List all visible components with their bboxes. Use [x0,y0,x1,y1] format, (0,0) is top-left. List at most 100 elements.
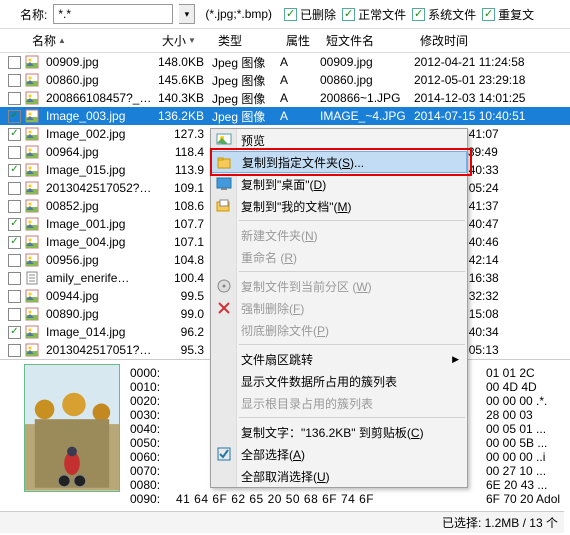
cell-size: 136.2KB [152,109,208,123]
thumbnail[interactable] [24,364,120,492]
col-time[interactable]: 修改时间 [416,29,556,52]
row-checkbox[interactable]: ✓ [8,128,21,141]
cell-type: Jpeg 图像 [208,108,276,125]
row-checkbox[interactable] [8,344,21,357]
cell-name: 00909.jpg [42,55,152,69]
image-file-icon [25,127,39,141]
row-checkbox[interactable] [8,200,21,213]
row-checkbox[interactable] [8,308,21,321]
menu-item[interactable]: 文件扇区跳转▶ [211,348,467,370]
menu-item-label: 强制删除(F) [241,300,304,317]
cell-attr: A [276,55,316,69]
filter-checkbox[interactable]: ✓系统文件 [412,6,476,23]
cell-short: IMAGE_~4.JPG [316,109,410,123]
cell-short: 00860.jpg [316,73,410,87]
cell-name: Image_001.jpg [42,217,152,231]
menu-item[interactable]: 复制到"我的文档"(M) [211,195,467,217]
menu-item-label: 重命名 (R) [241,249,297,266]
menu-item[interactable]: 全部取消选择(U) [211,465,467,487]
image-file-icon [25,307,39,321]
menu-separator [239,417,465,418]
menu-item-label: 彻底删除文件(P) [241,322,329,339]
col-short[interactable]: 短文件名 [322,29,416,52]
image-file-icon [25,199,39,213]
menu-item[interactable]: 全部选择(A) [211,443,467,465]
cell-name: Image_004.jpg [42,235,152,249]
cell-time: 2012-04-21 11:24:58 [410,55,550,69]
menu-item-label: 预览 [241,132,265,149]
row-checkbox[interactable] [8,56,21,69]
menu-item-label: 复制文件到当前分区 (W) [241,278,372,295]
hex-addr: 0010: [130,380,176,394]
menu-item: 新建文件夹(N) [211,224,467,246]
cell-size: 118.4 [152,145,208,159]
cell-size: 108.6 [152,199,208,213]
row-checkbox[interactable]: ✓ [8,110,21,123]
cell-name: 2013042517052?… [42,181,152,195]
filter-checkbox[interactable]: ✓正常文件 [342,6,406,23]
menu-item[interactable]: 复制到"桌面"(D) [211,173,467,195]
cell-name: 00860.jpg [42,73,152,87]
row-checkbox[interactable] [8,254,21,267]
menu-item[interactable]: 复制文字："136.2KB" 到剪贴板(C) [211,421,467,443]
hex-addr: 0080: [130,478,176,492]
hex-addr: 0050: [130,436,176,450]
menu-item-label: 新建文件夹(N) [241,227,318,244]
menu-separator [239,220,465,221]
row-checkbox[interactable] [8,74,21,87]
checkbox-label: 已删除 [300,6,336,23]
text-file-icon [25,271,39,285]
row-checkbox[interactable]: ✓ [8,218,21,231]
table-row[interactable]: ✓Image_003.jpg136.2KBJpeg 图像AIMAGE_~4.JP… [0,107,570,125]
sort-icon: ▼ [188,36,196,45]
hex-ascii: 28 00 03 [486,408,533,422]
menu-item[interactable]: 复制到指定文件夹(S)... [211,151,467,173]
context-menu: 预览复制到指定文件夹(S)... 复制到"桌面"(D) 复制到"我的文档"(M) 新建… [210,128,468,488]
checkbox-label: 重复文 [498,6,534,23]
filter-checkbox[interactable]: ✓已删除 [284,6,336,23]
row-checkbox[interactable]: ✓ [8,164,21,177]
cell-attr: A [276,91,316,105]
menu-item[interactable]: 显示文件数据所占用的簇列表 [211,370,467,392]
hex-ascii: 6E 20 43 ... [486,478,547,492]
row-checkbox[interactable] [8,290,21,303]
cell-size: 148.0KB [152,55,208,69]
checkbox-label: 正常文件 [358,6,406,23]
col-type[interactable]: 类型 [214,29,282,52]
row-checkbox[interactable]: ✓ [8,326,21,339]
row-checkbox[interactable] [8,272,21,285]
menu-item-label: 显示文件数据所占用的簇列表 [241,373,397,390]
preview-icon [216,132,232,148]
table-row[interactable]: 00909.jpg148.0KBJpeg 图像A00909.jpg2012-04… [0,53,570,71]
hex-ascii: 00 27 10 ... [486,464,546,478]
name-dropdown[interactable]: ▾ [179,4,195,24]
menu-item[interactable]: 预览 [211,129,467,151]
row-checkbox[interactable] [8,182,21,195]
table-row[interactable]: 200866108457?_…140.3KBJpeg 图像A200866~1.J… [0,89,570,107]
menu-item: 强制删除(F) [211,297,467,319]
menu-item-label: 复制到"桌面"(D) [241,176,326,193]
col-size[interactable]: 大小▼ [158,29,214,52]
cell-size: 109.1 [152,181,208,195]
sort-icon: ▲ [58,36,66,45]
name-input[interactable] [53,4,173,24]
cell-name: Image_003.jpg [42,109,152,123]
col-name[interactable]: 名称▲ [28,29,158,52]
submenu-arrow-icon: ▶ [452,354,459,365]
row-checkbox[interactable] [8,92,21,105]
table-header: 名称▲ 大小▼ 类型 属性 短文件名 修改时间 [0,29,570,53]
image-file-icon [25,91,39,105]
checkbox-label: 系统文件 [428,6,476,23]
col-attr[interactable]: 属性 [282,29,322,52]
checkbox-icon: ✓ [412,8,425,21]
row-checkbox[interactable]: ✓ [8,236,21,249]
menu-item-label: 显示根目录占用的簇列表 [241,395,373,412]
menu-item-label: 复制文字："136.2KB" 到剪贴板(C) [241,424,424,441]
filter-checkbox[interactable]: ✓重复文 [482,6,534,23]
table-row[interactable]: 00860.jpg145.6KBJpeg 图像A00860.jpg2012-05… [0,71,570,89]
menu-item: 重命名 (R) [211,246,467,268]
status-bar: 已选择: 1.2MB / 13 个 [0,511,564,533]
row-checkbox[interactable] [8,146,21,159]
menu-item-label: 复制到"我的文档"(M) [241,198,352,215]
cell-time: 2014-12-03 14:01:25 [410,91,550,105]
